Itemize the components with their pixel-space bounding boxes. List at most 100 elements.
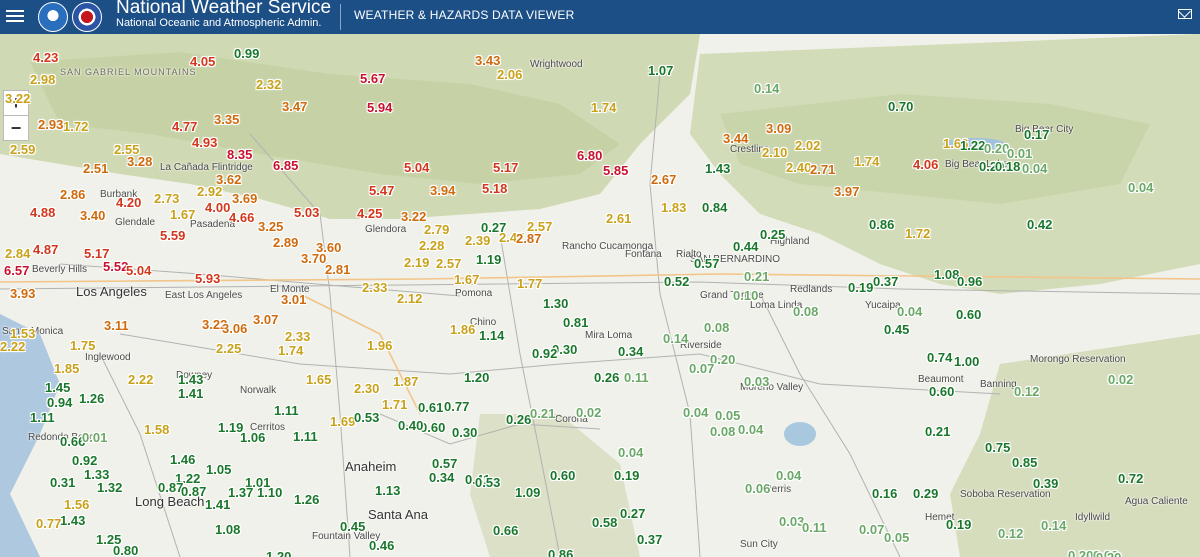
rainfall-value[interactable]: 2.67 xyxy=(651,172,676,187)
rainfall-value[interactable]: 0.87 xyxy=(158,480,183,495)
rainfall-value[interactable]: 0.77 xyxy=(36,516,61,531)
rainfall-value[interactable]: 0.39 xyxy=(1033,476,1058,491)
rainfall-value[interactable]: 0.11 xyxy=(802,520,827,535)
rainfall-value[interactable]: 5.93 xyxy=(195,271,220,286)
rainfall-value[interactable]: 5.85 xyxy=(603,163,628,178)
rainfall-value[interactable]: 0.11 xyxy=(624,370,649,385)
rainfall-value[interactable]: 1.74 xyxy=(278,343,303,358)
rainfall-value[interactable]: 0.03 xyxy=(744,374,769,389)
rainfall-value[interactable]: 0.72 xyxy=(1118,471,1143,486)
rainfall-value[interactable]: 0.40 xyxy=(398,418,423,433)
rainfall-value[interactable]: 0.92 xyxy=(72,453,97,468)
rainfall-value[interactable]: 2.12 xyxy=(397,291,422,306)
rainfall-value[interactable]: 1.46 xyxy=(170,452,195,467)
rainfall-value[interactable]: 1.83 xyxy=(661,200,686,215)
rainfall-value[interactable]: 2.87 xyxy=(516,231,541,246)
rainfall-value[interactable]: 0.37 xyxy=(637,532,662,547)
rainfall-value[interactable]: 0.60 xyxy=(550,468,575,483)
rainfall-value[interactable]: 0.74 xyxy=(927,350,952,365)
rainfall-value[interactable]: 0.84 xyxy=(702,200,727,215)
rainfall-value[interactable]: 1.20 xyxy=(464,370,489,385)
rainfall-value[interactable]: 0.31 xyxy=(50,475,75,490)
rainfall-value[interactable]: 2.73 xyxy=(154,191,179,206)
rainfall-value[interactable]: 5.04 xyxy=(404,160,429,175)
noaa-logo[interactable] xyxy=(38,2,68,32)
mail-icon[interactable] xyxy=(1178,9,1192,19)
rainfall-value[interactable]: 2.93 xyxy=(38,117,63,132)
rainfall-value[interactable]: 1.87 xyxy=(393,374,418,389)
rainfall-value[interactable]: 0.26 xyxy=(506,412,531,427)
rainfall-value[interactable]: 0.25 xyxy=(760,227,785,242)
rainfall-value[interactable]: 0.02 xyxy=(576,405,601,420)
rainfall-value[interactable]: 1.67 xyxy=(170,207,195,222)
rainfall-value[interactable]: 1.77 xyxy=(517,276,542,291)
rainfall-value[interactable]: 1.26 xyxy=(294,492,319,507)
rainfall-value[interactable]: 1.06 xyxy=(240,430,265,445)
rainfall-value[interactable]: 4.66 xyxy=(229,210,254,225)
rainfall-value[interactable]: 1.11 xyxy=(293,429,318,444)
rainfall-value[interactable]: 3.22 xyxy=(5,91,30,106)
rainfall-value[interactable]: 2.33 xyxy=(362,280,387,295)
rainfall-value[interactable]: 1.30 xyxy=(543,296,568,311)
rainfall-value[interactable]: 0.53 xyxy=(354,410,379,425)
rainfall-value[interactable]: 0.86 xyxy=(869,217,894,232)
rainfall-value[interactable]: 0.08 xyxy=(704,320,729,335)
rainfall-value[interactable]: 3.93 xyxy=(10,286,35,301)
rainfall-value[interactable]: 4.06 xyxy=(913,157,938,172)
rainfall-value[interactable]: 2.02 xyxy=(795,138,820,153)
rainfall-value[interactable]: 2.28 xyxy=(419,238,444,253)
rainfall-value[interactable]: 1.45 xyxy=(45,380,70,395)
rainfall-value[interactable]: 0.34 xyxy=(429,470,454,485)
rainfall-value[interactable]: 0.06 xyxy=(745,481,770,496)
rainfall-value[interactable]: 5.59 xyxy=(160,228,185,243)
rainfall-value[interactable]: 6.57 xyxy=(4,263,29,278)
rainfall-value[interactable]: 1.72 xyxy=(905,226,930,241)
rainfall-value[interactable]: 0.37 xyxy=(873,274,898,289)
rainfall-value[interactable]: 0.01 xyxy=(82,430,107,445)
rainfall-value[interactable]: 0.04 xyxy=(1128,180,1153,195)
rainfall-value[interactable]: 0.86 xyxy=(548,547,573,557)
rainfall-value[interactable]: 1.67 xyxy=(454,272,479,287)
rainfall-value[interactable]: 1.72 xyxy=(63,119,88,134)
rainfall-value[interactable]: 0.02 xyxy=(1108,372,1133,387)
rainfall-value[interactable]: 3.25 xyxy=(258,219,283,234)
rainfall-value[interactable]: 4.93 xyxy=(192,135,217,150)
rainfall-value[interactable]: 1.56 xyxy=(64,497,89,512)
rainfall-value[interactable]: 2.57 xyxy=(436,256,461,271)
rainfall-value[interactable]: 1.08 xyxy=(215,522,240,537)
rainfall-value[interactable]: 1.43 xyxy=(705,161,730,176)
rainfall-value[interactable]: 0.96 xyxy=(957,274,982,289)
rainfall-value[interactable]: 0.57 xyxy=(432,456,457,471)
rainfall-value[interactable]: 1.41 xyxy=(205,497,230,512)
rainfall-value[interactable]: 5.03 xyxy=(294,205,319,220)
menu-icon[interactable] xyxy=(6,7,24,25)
rainfall-value[interactable]: 1.11 xyxy=(30,410,55,425)
nws-logo[interactable] xyxy=(72,2,102,32)
rainfall-value[interactable]: 1.43 xyxy=(178,372,203,387)
rainfall-value[interactable]: 3.06 xyxy=(222,321,247,336)
rainfall-value[interactable]: 0.14 xyxy=(663,331,688,346)
rainfall-value[interactable]: 1.05 xyxy=(206,462,231,477)
rainfall-value[interactable]: 0.10 xyxy=(733,288,758,303)
rainfall-value[interactable]: 0.52 xyxy=(664,274,689,289)
rainfall-value[interactable]: 0.07 xyxy=(689,361,714,376)
rainfall-value[interactable]: 1.11 xyxy=(274,403,299,418)
rainfall-value[interactable]: 3.40 xyxy=(80,208,105,223)
rainfall-value[interactable]: 0.29 xyxy=(913,486,938,501)
rainfall-value[interactable]: 3.97 xyxy=(834,184,859,199)
rainfall-value[interactable]: 0.46 xyxy=(369,538,394,553)
rainfall-value[interactable]: 0.81 xyxy=(563,315,588,330)
rainfall-value[interactable]: 0.87 xyxy=(181,484,206,499)
rainfall-value[interactable]: 0.26 xyxy=(594,370,619,385)
rainfall-value[interactable]: 4.23 xyxy=(33,50,58,65)
rainfall-value[interactable]: 1.41 xyxy=(178,386,203,401)
rainfall-value[interactable]: 0.99 xyxy=(234,46,259,61)
rainfall-value[interactable]: 4.77 xyxy=(172,119,197,134)
rainfall-value[interactable]: 1.75 xyxy=(70,338,95,353)
rainfall-value[interactable]: 0.45 xyxy=(340,519,365,534)
rainfall-value[interactable]: 0.17 xyxy=(1024,127,1049,142)
rainfall-value[interactable]: 0.30 xyxy=(452,425,477,440)
rainfall-value[interactable]: 4.88 xyxy=(30,205,55,220)
rainfall-value[interactable]: 0.21 xyxy=(744,269,769,284)
rainfall-value[interactable]: 0.18 xyxy=(995,159,1020,174)
